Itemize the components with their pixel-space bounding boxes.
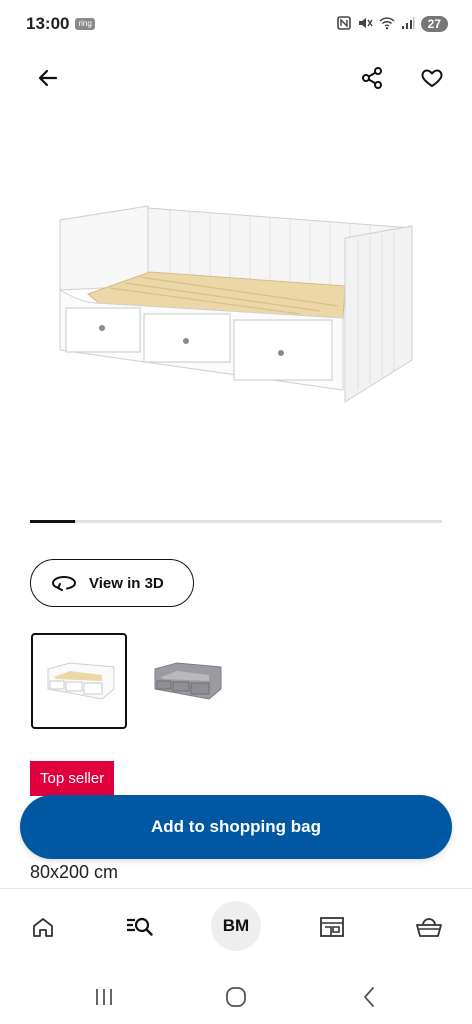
system-back-button[interactable]: [354, 982, 384, 1012]
battery-badge: 27: [420, 16, 448, 32]
system-nav-bar: [0, 968, 472, 1024]
nfc-icon: [336, 15, 351, 33]
variant-thumbnail-grey[interactable]: [138, 633, 234, 729]
bottom-nav: BM: [0, 888, 472, 968]
favorite-button[interactable]: [412, 58, 452, 98]
nav-store[interactable]: [310, 905, 354, 949]
variant-image: [154, 662, 222, 700]
share-button[interactable]: [352, 58, 392, 98]
app-bar: [0, 56, 472, 100]
view-in-3d-button[interactable]: View in 3D: [30, 559, 194, 607]
nav-profile-avatar[interactable]: BM: [211, 901, 261, 951]
variant-thumbnail-white[interactable]: [31, 633, 127, 729]
heart-icon: [421, 69, 443, 87]
status-icons: 27: [336, 15, 448, 33]
signal-icon: [401, 16, 415, 33]
back-button[interactable]: [28, 58, 68, 98]
home-circle-icon: [226, 987, 246, 1007]
wifi-icon: [379, 16, 395, 33]
variant-image: [47, 662, 115, 700]
status-bar: 13:00 ring 27: [0, 0, 472, 48]
top-seller-badge: Top seller: [30, 761, 115, 796]
daybed-illustration: [59, 205, 413, 403]
back-chevron-icon: [364, 987, 374, 1007]
nav-basket[interactable]: [407, 905, 451, 949]
share-icon: [362, 67, 382, 89]
nav-search[interactable]: [118, 905, 162, 949]
search-list-icon: [127, 917, 153, 936]
image-carousel-progress: [30, 520, 442, 523]
product-image[interactable]: [40, 190, 430, 420]
store-icon: [320, 917, 344, 937]
nav-home[interactable]: [21, 905, 65, 949]
status-time: 13:00: [26, 14, 70, 33]
mute-icon: [357, 16, 373, 33]
add-to-bag-button[interactable]: Add to shopping bag: [20, 795, 452, 859]
view-in-3d-label: View in 3D: [89, 574, 164, 592]
image-carousel-progress-fill: [30, 520, 76, 523]
system-recents-button[interactable]: [89, 982, 119, 1012]
system-home-button[interactable]: [221, 982, 251, 1012]
product-size: 80x200 cm: [30, 862, 119, 882]
rotate-3d-icon: [51, 575, 77, 591]
recents-icon: [96, 989, 112, 1005]
arrow-left-icon: [38, 69, 58, 87]
home-icon: [33, 918, 53, 937]
ring-indicator: ring: [75, 18, 95, 30]
basket-icon: [416, 918, 442, 937]
